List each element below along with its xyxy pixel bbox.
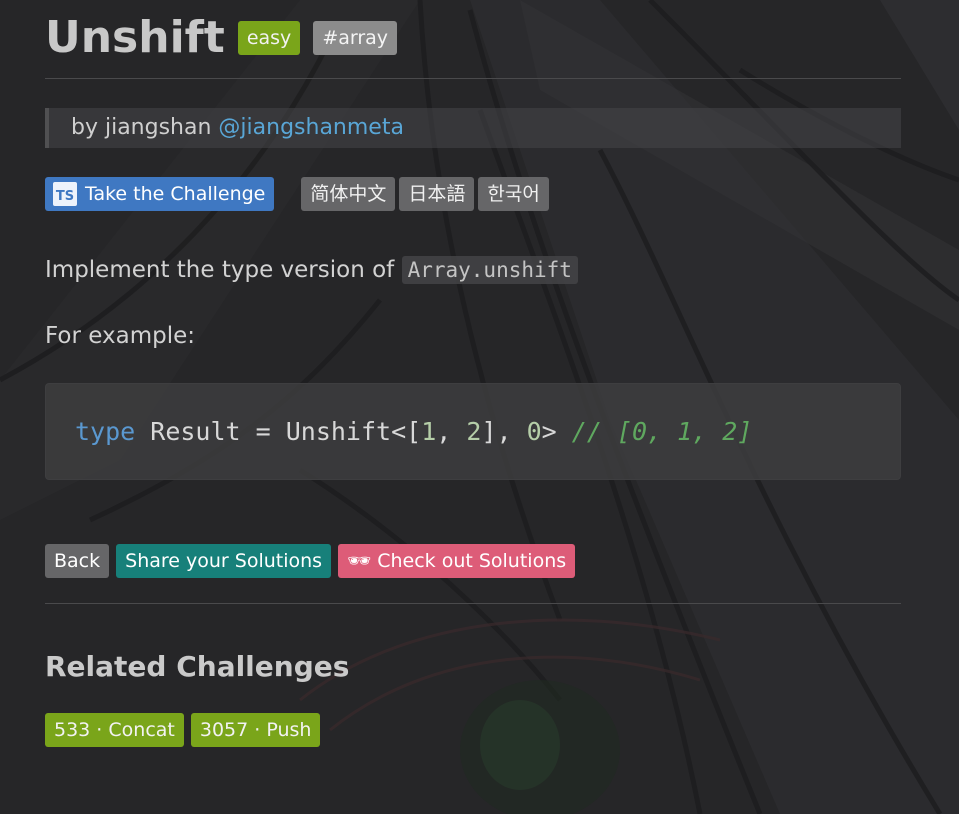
share-solutions-button[interactable]: Share your Solutions (116, 544, 332, 578)
lang-ko-button[interactable]: 한국어 (478, 177, 549, 211)
author-banner: by jiangshan @jiangshanmeta (45, 108, 901, 148)
code-comment: // [0, 1, 2] (571, 417, 753, 446)
related-challenges-heading: Related Challenges (45, 650, 350, 683)
lang-zh-cn-button[interactable]: 简体中文 (301, 177, 396, 211)
code-number: 1 (421, 417, 437, 446)
code-text: > (541, 417, 572, 446)
code-line: type Result = Unshift<[1, 2], 0> // [0, … (75, 414, 752, 450)
code-number: 2 (466, 417, 482, 446)
back-button[interactable]: Back (45, 544, 110, 578)
author-handle-link[interactable]: @jiangshanmeta (218, 115, 404, 140)
author-prefix: by jiangshan (71, 115, 212, 140)
glasses-icon: 🕶 (347, 550, 372, 572)
code-block: type Result = Unshift<[1, 2], 0> // [0, … (45, 383, 901, 480)
related-challenge-push[interactable]: 3057 · Push (190, 713, 321, 747)
page-title: Unshift (45, 12, 225, 63)
difficulty-badge[interactable]: easy (237, 21, 301, 55)
title-row: Unshift easy #array (45, 10, 398, 66)
description: Implement the type version of Array.unsh… (45, 252, 578, 288)
divider (45, 603, 901, 604)
check-solutions-button[interactable]: 🕶 Check out Solutions (338, 544, 576, 578)
code-text: , (436, 417, 467, 446)
take-challenge-label: Take the Challenge (85, 183, 266, 205)
inline-code: Array.unshift (401, 256, 578, 284)
code-text: Result = Unshift<[ (135, 417, 422, 446)
related-challenges-list: 533 · Concat 3057 · Push (45, 713, 327, 747)
challenge-buttons: TS Take the Challenge 简体中文 日本語 한국어 (45, 177, 549, 211)
divider (45, 78, 901, 79)
example-label: For example: (45, 323, 195, 349)
code-text: ], (481, 417, 527, 446)
action-buttons: Back Share your Solutions 🕶 Check out So… (45, 544, 582, 578)
related-challenge-concat[interactable]: 533 · Concat (45, 713, 184, 747)
typescript-icon: TS (53, 182, 77, 206)
description-text: Implement the type version of (45, 257, 402, 283)
code-keyword: type (75, 417, 136, 446)
check-solutions-label: Check out Solutions (377, 550, 567, 572)
lang-ja-button[interactable]: 日本語 (399, 177, 475, 211)
code-number: 0 (526, 417, 542, 446)
topic-tag[interactable]: #array (313, 21, 398, 55)
take-challenge-button[interactable]: TS Take the Challenge (45, 177, 275, 211)
